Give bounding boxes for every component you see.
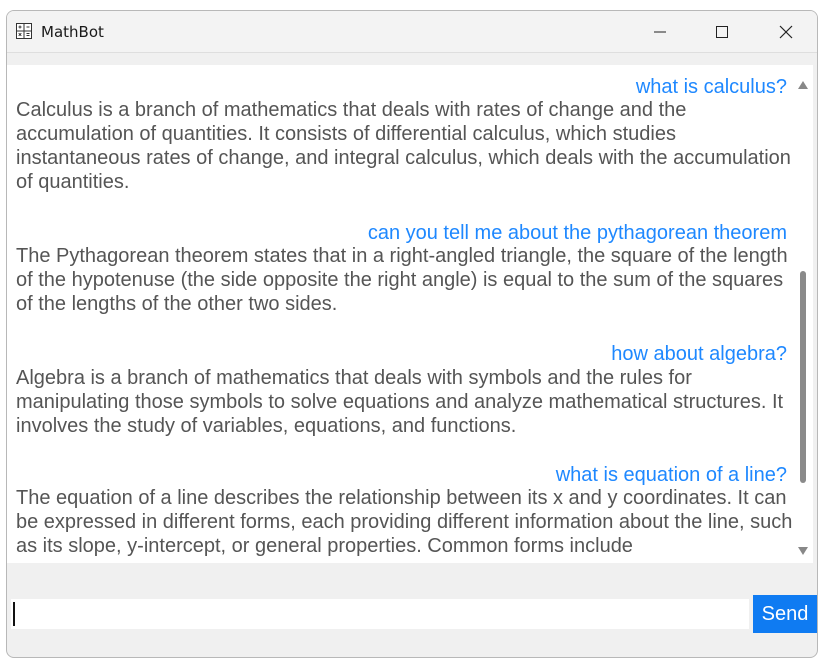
bot-message: Calculus is a branch of mathematics that… [16,99,791,193]
minimize-icon [654,26,666,38]
user-message: can you tell me about the pythagorean th… [367,222,787,244]
calculator-icon [16,23,32,39]
message-input[interactable] [11,599,749,629]
user-message: what is equation of a line? [555,464,787,486]
maximize-icon [716,26,728,38]
user-message: how about algebra? [611,343,787,365]
desktop-background [0,0,824,10]
text-caret [13,602,15,626]
scroll-thumb[interactable] [800,271,806,483]
scroll-up-button[interactable] [793,75,813,95]
maximize-button[interactable] [699,11,745,53]
close-icon [779,25,793,39]
bot-message: The Pythagorean theorem states that in a… [16,245,788,315]
window-title: MathBot [41,23,104,41]
bot-message: Algebra is a branch of mathematics that … [16,367,784,437]
scroll-up-arrow-icon [798,76,808,94]
input-row: Send [7,595,817,635]
bot-message: The equation of a line describes the rel… [16,487,793,557]
chat-scrollbar[interactable] [793,65,813,563]
scroll-down-button[interactable] [793,541,813,561]
chat-history[interactable]: what is calculus? Calculus is a branch o… [7,65,793,563]
minimize-button[interactable] [637,11,683,53]
app-window: MathBot what is calculus? Calculus is a … [6,10,818,658]
user-message: what is calculus? [635,76,787,98]
send-button[interactable]: Send [753,595,817,633]
title-bar[interactable]: MathBot [7,11,817,53]
close-button[interactable] [763,11,809,53]
scroll-down-arrow-icon [798,542,808,560]
